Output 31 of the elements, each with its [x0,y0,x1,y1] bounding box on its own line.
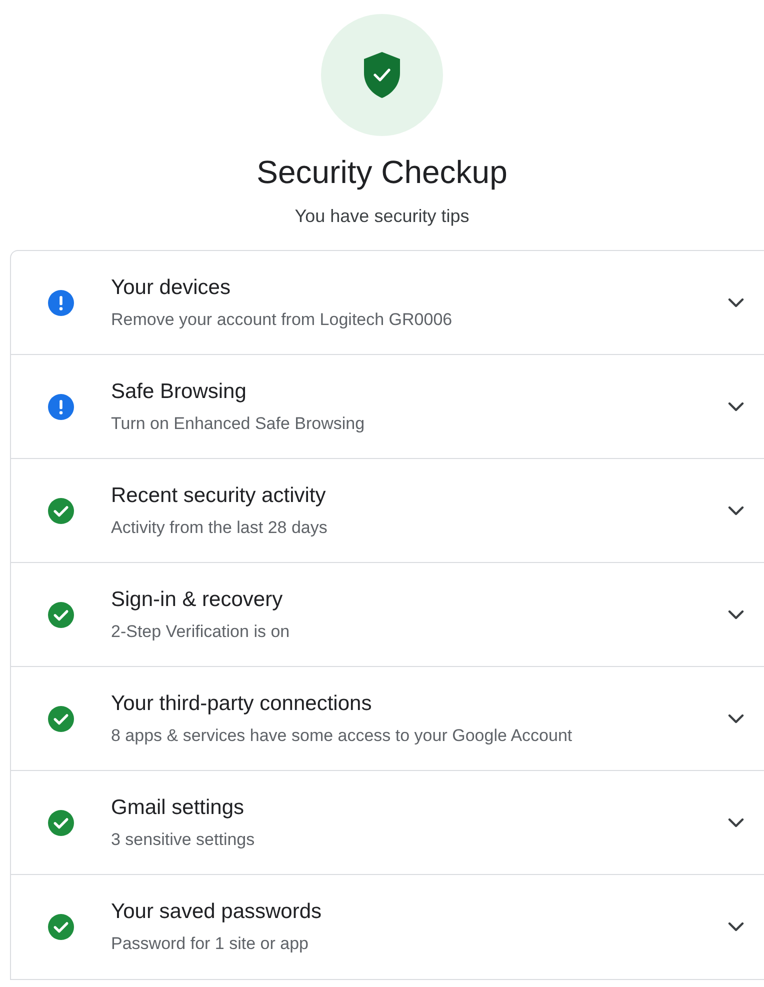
checkup-item[interactable]: Gmail settings 3 sensitive settings [11,771,764,875]
shield-check-icon [362,51,402,99]
item-title: Gmail settings [111,794,246,820]
item-description: 2-Step Verification is on [111,620,291,642]
chevron-down-icon[interactable] [728,506,744,516]
chevron-down-icon[interactable] [728,714,744,724]
checkup-item[interactable]: Your saved passwords Password for 1 site or app [11,875,764,979]
item-title: Your saved passwords [111,899,323,925]
item-title: Your third-party connections [111,690,373,716]
item-description: Remove your account from Logitech GR0006 [111,308,454,330]
item-title: Your devices [111,274,232,300]
chevron-down-icon[interactable] [728,402,744,412]
chevron-down-icon[interactable] [728,298,744,308]
checkup-item[interactable]: Safe Browsing Turn on Enhanced Safe Browsing [11,355,764,459]
item-description: 8 apps & services have some access to your Google Account [111,724,574,746]
chevron-down-icon[interactable] [728,610,744,620]
chevron-down-icon[interactable] [728,922,744,932]
chevron-down-icon[interactable] [728,818,744,828]
page-title: Security Checkup [256,153,508,192]
item-description: Password for 1 site or app [111,933,310,955]
item-description: Activity from the last 28 days [111,516,328,538]
item-description: 3 sensitive settings [111,828,256,850]
item-description: Turn on Enhanced Safe Browsing [111,412,366,434]
item-title: Sign-in & recovery [111,586,284,612]
item-title: Recent security activity [111,482,327,508]
checkup-item[interactable]: Recent security activity Activity from the last 28 days [11,459,764,563]
item-title: Safe Browsing [111,378,248,404]
checkup-item[interactable]: Sign-in & recovery 2-Step Verification is on [11,563,764,667]
page-subtitle: You have security tips [294,205,470,228]
checkup-item[interactable]: Your devices Remove your account from Logitech GR0006 [11,251,764,355]
checkup-item[interactable]: Your third-party connections 8 apps & services have some access to your Google Account [11,667,764,771]
